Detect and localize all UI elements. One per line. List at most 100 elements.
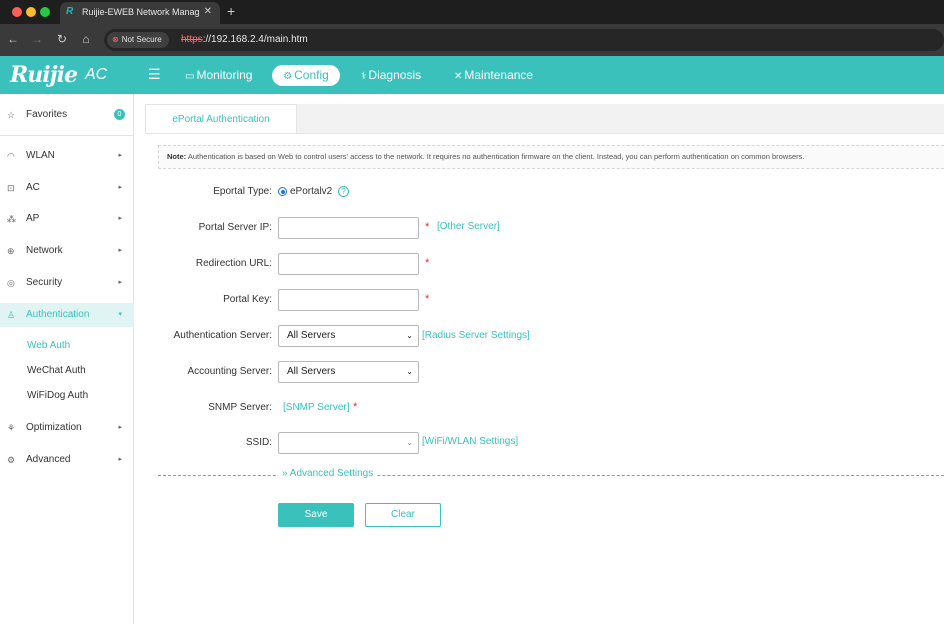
reload-icon[interactable]: ↻ [54, 32, 70, 46]
required-mark: * [425, 257, 430, 269]
nav-diagnosis-label: Diagnosis [368, 68, 422, 82]
nav-maintenance-label: Maintenance [464, 68, 534, 82]
portal-server-ip-input[interactable] [278, 217, 419, 239]
sidebar-subitem-wechat-auth[interactable]: WeChat Auth [27, 361, 86, 381]
sidebar-subitem-wifidog-auth[interactable]: WiFiDog Auth [27, 386, 88, 406]
sidebar-item-label: Favorites [26, 109, 68, 120]
monitor-icon: ▭ [185, 71, 195, 82]
tab-eportal-authentication[interactable]: ePortal Authentication [145, 104, 297, 134]
advanced-settings-label: Advanced Settings [289, 468, 374, 479]
home-icon[interactable]: ⌂ [78, 32, 94, 46]
sidebar: ☆ Favorites 0 ◠ WLAN ▸ ⊡ AC ▸ ⁂ AP ▸ ⊕ N… [0, 94, 134, 624]
back-arrow-icon[interactable]: ← [5, 32, 21, 46]
chevron-right-icon: ▸ [118, 424, 122, 431]
sidebar-item-ac[interactable]: ⊡ AC ▸ [0, 176, 134, 200]
sidebar-item-label: Advanced [26, 454, 71, 465]
sidebar-item-ap[interactable]: ⁂ AP ▸ [0, 207, 134, 231]
product-name: AC [85, 66, 108, 83]
wifi-wlan-settings-link[interactable]: [WiFi/WLAN Settings] [422, 436, 518, 447]
accounting-server-select[interactable]: All Servers ⌄ [278, 361, 419, 383]
required-mark: * [425, 293, 430, 305]
url-text: https://192.168.2.4/main.htm [181, 34, 308, 45]
sidebar-item-label: WLAN [26, 150, 55, 161]
nav-monitoring-label: Monitoring [196, 68, 253, 82]
sidebar-favorites[interactable]: ☆ Favorites 0 [0, 94, 134, 136]
redirection-url-label: Redirection URL: [195, 258, 272, 269]
snmp-server-link[interactable]: [SNMP Server] [283, 402, 350, 413]
tab-strip [297, 104, 944, 134]
sidebar-item-label: Optimization [26, 422, 82, 433]
app-header: Ruijie AC ☰ ▭ Monitoring ⚙ Config ⚕ Diagnos… [0, 56, 944, 94]
optimize-icon: ⚘ [7, 423, 16, 433]
required-mark: * [425, 221, 430, 233]
sidebar-item-advanced[interactable]: ⚙ Advanced ▸ [0, 448, 134, 472]
url-path: ://192.168.2.4/main.htm [202, 34, 308, 45]
browser-tab[interactable]: R Ruijie-EWEB Network Manag ✕ [60, 2, 220, 24]
nav-diagnosis[interactable]: ⚕ Diagnosis [361, 65, 421, 86]
authentication-server-label: Authentication Server: [173, 330, 272, 341]
star-folder-icon: ☆ [7, 110, 16, 120]
advanced-divider [158, 475, 944, 476]
ruijie-favicon-icon: R [66, 6, 74, 17]
portal-key-input[interactable] [278, 289, 419, 311]
eportal-type-label: Eportal Type: [213, 186, 272, 197]
favorites-count-badge: 0 [114, 109, 125, 120]
sidebar-item-label: AC [26, 182, 40, 193]
new-tab-icon[interactable]: + [227, 3, 235, 19]
sidebar-item-network[interactable]: ⊕ Network ▸ [0, 239, 134, 263]
other-server-link[interactable]: [Other Server] [437, 221, 500, 232]
sidebar-item-label: AP [26, 213, 40, 224]
save-button[interactable]: Save [278, 503, 354, 527]
eportal-type-radio[interactable] [278, 187, 287, 196]
sidebar-item-security[interactable]: ◎ Security ▸ [0, 271, 134, 295]
security-indicator[interactable]: ⊗ Not Secure [107, 32, 169, 48]
chevron-right-icon: ▸ [118, 247, 122, 254]
portal-server-ip-label: Portal Server IP: [198, 222, 272, 233]
authentication-server-select[interactable]: All Servers ⌄ [278, 325, 419, 347]
chevron-down-icon: ⌄ [406, 331, 413, 340]
sidebar-item-wlan[interactable]: ◠ WLAN ▸ [0, 144, 134, 168]
window-minimize-button[interactable] [26, 7, 36, 17]
note-label: Note: [167, 152, 187, 161]
gear-icon: ⚙ [283, 71, 293, 82]
required-mark: * [353, 401, 358, 413]
ssid-select[interactable]: ⌄ [278, 432, 419, 454]
browser-tabbar: R Ruijie-EWEB Network Manag ✕ + [0, 0, 944, 24]
accounting-server-value: All Servers [287, 366, 336, 377]
radius-server-settings-link[interactable]: [Radius Server Settings] [422, 330, 530, 341]
help-icon[interactable]: ? [338, 186, 349, 197]
sidebar-item-authentication[interactable]: ♙ Authentication ▾ [0, 303, 134, 327]
window-close-button[interactable] [12, 7, 22, 17]
security-label: Not Secure [121, 35, 162, 44]
forward-arrow-icon[interactable]: → [29, 32, 45, 46]
sidebar-item-label: Security [26, 277, 63, 288]
chevron-right-icon: ▸ [118, 184, 122, 191]
advanced-settings-toggle[interactable]: » Advanced Settings [278, 468, 378, 479]
window-maximize-button[interactable] [40, 7, 50, 17]
sidebar-item-favorites[interactable]: ☆ Favorites 0 [0, 103, 134, 127]
snmp-server-label: SNMP Server: [208, 402, 272, 413]
accounting-server-label: Accounting Server: [187, 366, 273, 377]
ac-icon: ⊡ [7, 183, 15, 193]
redirection-url-input[interactable] [278, 253, 419, 275]
clear-button[interactable]: Clear [365, 503, 441, 527]
stethoscope-icon: ⚕ [361, 71, 367, 82]
wifi-icon: ◠ [7, 151, 15, 161]
menu-toggle-icon[interactable]: ☰ [148, 66, 161, 83]
globe-icon: ⊕ [7, 246, 15, 256]
portal-key-label: Portal Key: [223, 294, 272, 305]
sidebar-subitem-web-auth[interactable]: Web Auth [27, 336, 70, 356]
tab-close-icon[interactable]: ✕ [204, 2, 212, 22]
nav-monitoring[interactable]: ▭ Monitoring [185, 65, 252, 86]
chevron-right-icon: ▸ [118, 456, 122, 463]
note-banner: Note: Authentication is based on Web to … [158, 145, 944, 169]
sidebar-item-label: Authentication [26, 309, 90, 320]
tools-icon: ✕ [454, 71, 463, 82]
address-bar[interactable]: ⊗ Not Secure https://192.168.2.4/main.htm [104, 29, 944, 51]
chevron-down-icon: ▾ [118, 311, 122, 318]
nav-maintenance[interactable]: ✕ Maintenance [454, 65, 533, 86]
sidebar-item-optimization[interactable]: ⚘ Optimization ▸ [0, 416, 134, 440]
gear-icon: ⚙ [7, 455, 16, 465]
sidebar-item-label: Network [26, 245, 63, 256]
nav-config[interactable]: ⚙ Config [272, 65, 340, 86]
